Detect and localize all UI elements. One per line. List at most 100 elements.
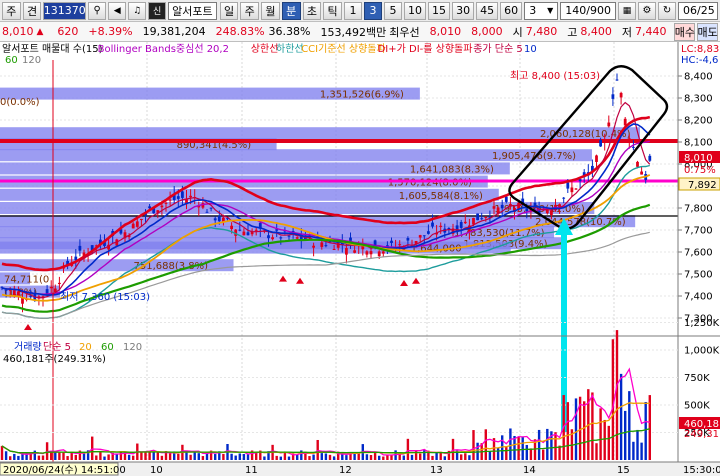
date-field[interactable]: 06/25 bbox=[678, 1, 718, 20]
price-legend-item: 10 bbox=[524, 44, 537, 55]
period-month[interactable]: 월 bbox=[261, 1, 280, 20]
volume-bar bbox=[123, 452, 127, 460]
volume-bar bbox=[345, 455, 348, 460]
up-arrow-icon: ▲ bbox=[36, 26, 44, 37]
interval-10[interactable]: 10 bbox=[403, 1, 426, 20]
buy-button[interactable]: 매수 bbox=[674, 22, 696, 41]
price-tick-label: 7,400 bbox=[684, 292, 713, 303]
search-icon[interactable]: ⚲ bbox=[88, 1, 107, 20]
period-tick[interactable]: 틱 bbox=[323, 1, 342, 20]
legend-ma60: 60 bbox=[5, 55, 18, 66]
open-label: 시 bbox=[512, 25, 523, 39]
menu-button-2[interactable]: 견 bbox=[22, 1, 42, 20]
volume-bar bbox=[402, 455, 405, 460]
volume-bar bbox=[230, 453, 233, 460]
candle-body bbox=[181, 191, 184, 198]
candle-body bbox=[566, 182, 570, 189]
new-icon[interactable]: 신 bbox=[148, 1, 167, 20]
history-icon[interactable]: ↻ bbox=[658, 1, 676, 20]
volume-value: 19,381,204 bbox=[142, 25, 206, 38]
interval-3[interactable]: 3 bbox=[363, 1, 382, 20]
volume-bar bbox=[632, 441, 635, 460]
corner-hc: HC:-4,6 bbox=[681, 55, 718, 66]
volume-bar bbox=[197, 453, 200, 460]
candle-body bbox=[607, 122, 611, 127]
x-axis-label: 11 bbox=[245, 465, 258, 476]
volume-bar bbox=[624, 410, 627, 460]
period-minute[interactable]: 분 bbox=[281, 1, 301, 20]
trade-amount: 153,492백만 bbox=[320, 25, 387, 39]
volume-bar bbox=[234, 455, 237, 460]
candle-body bbox=[287, 235, 291, 237]
lock-icon[interactable]: ▦ bbox=[618, 1, 636, 20]
volume-bar bbox=[132, 455, 135, 460]
zero-label: 0(0.0%) bbox=[0, 97, 40, 108]
candle-body bbox=[615, 79, 619, 81]
candle-body bbox=[353, 250, 356, 253]
open-price: 7,480 bbox=[525, 25, 558, 38]
data-count-field[interactable]: 140/900 bbox=[560, 1, 616, 20]
volume-bar bbox=[574, 398, 578, 460]
period-week[interactable]: 주 bbox=[240, 1, 260, 20]
price-tick-label: 8,200 bbox=[684, 116, 713, 127]
candle-body bbox=[377, 251, 381, 257]
volume-bar bbox=[599, 408, 602, 460]
candle-body bbox=[484, 216, 488, 218]
candle-body bbox=[267, 235, 270, 239]
volume-bar bbox=[222, 453, 225, 460]
volume-bar bbox=[521, 436, 524, 460]
menu-button-1[interactable]: 주 bbox=[2, 1, 21, 20]
interval-45[interactable]: 45 bbox=[476, 1, 499, 20]
volume-bar bbox=[193, 452, 196, 460]
volume-bar bbox=[615, 330, 619, 460]
prev-arrow-icon[interactable]: ◀ bbox=[108, 1, 127, 20]
period-day[interactable]: 일 bbox=[219, 1, 239, 20]
chart-toolbar: 주 견 131370 ⚲ ◀ ♫ 신 알서포트 일 주 월 분 초 틱 1 3 … bbox=[0, 0, 720, 22]
candle-body bbox=[480, 218, 484, 220]
period-second[interactable]: 초 bbox=[302, 1, 322, 20]
volume-bar bbox=[238, 453, 241, 460]
interval-1[interactable]: 1 bbox=[343, 1, 362, 20]
sell-button[interactable]: 매도 bbox=[697, 22, 718, 41]
price-legend-item: DI+가 DI-를 상향돌파 bbox=[378, 43, 473, 55]
volume-bar bbox=[509, 428, 512, 460]
interval-5[interactable]: 5 bbox=[383, 1, 402, 20]
volume-bar bbox=[591, 392, 594, 460]
settings-icon[interactable]: ⚙ bbox=[638, 1, 656, 20]
volume-bar bbox=[619, 373, 623, 460]
volume-bar bbox=[324, 453, 328, 460]
volume-bar bbox=[496, 447, 500, 460]
candle-body bbox=[390, 240, 393, 243]
volume-legend-item: 거래량 bbox=[14, 341, 42, 353]
volume-bar bbox=[464, 453, 467, 460]
volume-bar bbox=[214, 454, 217, 460]
interval-15[interactable]: 15 bbox=[428, 1, 451, 20]
stock-chart[interactable]: 1,351,526(6.9%)2,060,128(10.4%)890,341(4… bbox=[0, 42, 720, 476]
candle-body bbox=[640, 171, 643, 175]
volume-tick-label: 750K bbox=[684, 373, 710, 384]
interval-60[interactable]: 60 bbox=[500, 1, 523, 20]
low-price: 7,440 bbox=[634, 25, 667, 38]
candle-body bbox=[398, 244, 402, 246]
volume-bar bbox=[242, 453, 246, 460]
current-rate-tag: 0.75% bbox=[684, 165, 716, 176]
best-quote-label: 최우선 bbox=[389, 25, 420, 39]
volume-bar bbox=[640, 442, 643, 460]
low-label: 저 bbox=[621, 25, 632, 39]
stock-code-input[interactable]: 131370 bbox=[43, 1, 87, 20]
volume-bar bbox=[378, 455, 381, 460]
candle-body bbox=[648, 155, 652, 161]
price-tick-label: 7,700 bbox=[684, 226, 713, 237]
volume-bar bbox=[13, 453, 16, 460]
interval-dropdown[interactable]: 3 ▼ bbox=[524, 1, 559, 20]
speaker-icon[interactable]: ♫ bbox=[128, 1, 147, 20]
candle-body bbox=[476, 213, 479, 221]
ref-price-tag: 7,892 bbox=[688, 180, 717, 191]
interval-30[interactable]: 30 bbox=[452, 1, 475, 20]
volume-bar bbox=[357, 453, 360, 460]
candle-body bbox=[619, 92, 623, 98]
volume-bar bbox=[542, 449, 545, 460]
price-tick-label: 8,300 bbox=[684, 94, 713, 105]
x-axis-right-label: 15:30:0 bbox=[683, 465, 720, 476]
volume-tick-label: 1,250K bbox=[684, 318, 720, 329]
